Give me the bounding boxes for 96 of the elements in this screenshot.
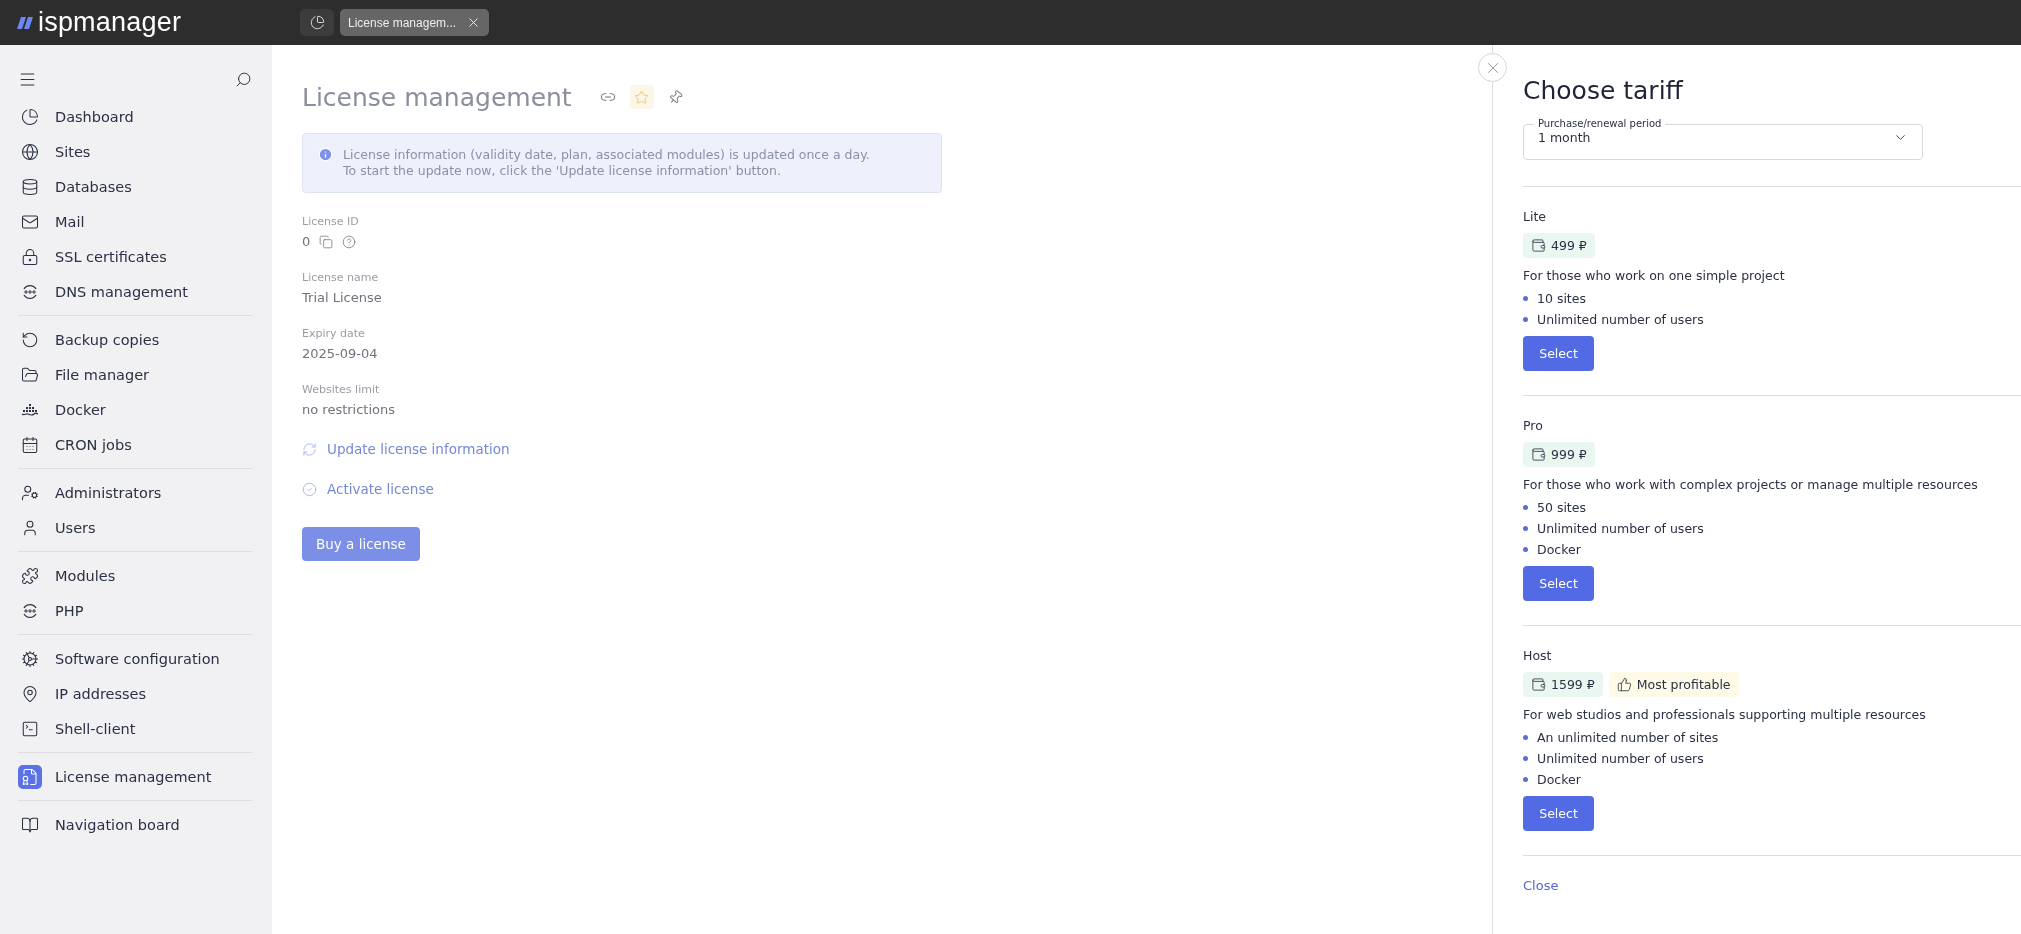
sidebar-item[interactable]: Administrators bbox=[18, 475, 252, 510]
license-document-icon bbox=[21, 767, 39, 786]
lock-icon bbox=[21, 247, 39, 266]
sidebar-item[interactable]: IP addresses bbox=[18, 676, 252, 711]
bullet-icon bbox=[1523, 756, 1528, 761]
info-text: License information (validity date, plan, associated modules) is updated once a day. To start the update now, click the 'Update license information' button. bbox=[343, 147, 870, 179]
plan-name: Host bbox=[1523, 648, 1553, 663]
gear-icon bbox=[21, 649, 39, 668]
admin-user-icon bbox=[21, 483, 39, 502]
pie-chart-icon bbox=[21, 107, 39, 126]
plan-feature: 10 sites bbox=[1537, 291, 1586, 306]
field-value: no restrictions bbox=[302, 402, 396, 417]
price-tag: 999 ₽ bbox=[1523, 442, 1595, 467]
select-button[interactable]: Select bbox=[1523, 796, 1594, 831]
sidebar-item[interactable]: Backup copies bbox=[18, 322, 252, 357]
field-label: Websites limit bbox=[302, 383, 381, 396]
sidebar-item[interactable]: CRON jobs bbox=[18, 427, 252, 462]
plan-description: For those who work with complex projects or manage multiple resources bbox=[1523, 477, 1979, 492]
sidebar-item[interactable]: Databases bbox=[18, 169, 252, 204]
logo-icon bbox=[17, 15, 35, 30]
price-tag: 499 ₽ bbox=[1523, 233, 1595, 258]
plan-feature: Docker bbox=[1537, 542, 1581, 557]
sidebar-item[interactable]: Dashboard bbox=[18, 99, 252, 134]
bullet-icon bbox=[1523, 296, 1528, 301]
puzzle-icon bbox=[21, 566, 39, 585]
thumbs-up-icon bbox=[1616, 677, 1632, 692]
plan-description: For those who work on one simple project bbox=[1523, 268, 1786, 283]
database-icon bbox=[21, 177, 39, 196]
recommendation-tag: Most profitable bbox=[1608, 672, 1739, 697]
plan-feature: Docker bbox=[1537, 772, 1581, 787]
sidebar-item[interactable]: File manager bbox=[18, 357, 252, 392]
wallet-icon bbox=[1531, 677, 1546, 692]
page-tab[interactable]: License managem... bbox=[340, 9, 490, 36]
close-panel-button[interactable] bbox=[1478, 53, 1507, 82]
bullet-icon bbox=[1523, 547, 1528, 552]
logo-text: ispmanager bbox=[38, 7, 182, 38]
close-link[interactable]: Close bbox=[1523, 878, 1559, 893]
wallet-icon bbox=[1531, 447, 1546, 462]
sidebar-item[interactable]: Users bbox=[18, 510, 252, 545]
search-icon[interactable] bbox=[235, 70, 252, 88]
plan-name: Pro bbox=[1523, 418, 1544, 433]
sidebar-item[interactable]: Mail bbox=[18, 204, 252, 239]
check-circle-icon bbox=[302, 481, 317, 497]
sidebar-item[interactable]: Shell-client bbox=[18, 711, 252, 746]
backup-icon bbox=[21, 330, 39, 349]
help-icon[interactable] bbox=[342, 234, 357, 249]
sidebar-item[interactable]: Navigation board bbox=[18, 807, 252, 842]
sidebar-item[interactable]: License management bbox=[18, 759, 252, 794]
sidebar-item[interactable]: PHP bbox=[18, 593, 252, 628]
calendar-icon bbox=[21, 435, 39, 454]
folder-icon bbox=[21, 365, 39, 384]
wallet-icon bbox=[1531, 238, 1546, 253]
select-button[interactable]: Select bbox=[1523, 566, 1594, 601]
page-title: License management bbox=[302, 82, 572, 112]
select-button[interactable]: Select bbox=[1523, 336, 1594, 371]
copy-icon[interactable] bbox=[319, 234, 334, 249]
map-pin-icon bbox=[21, 684, 39, 703]
info-icon bbox=[318, 147, 333, 162]
globe-icon bbox=[21, 142, 39, 161]
bullet-icon bbox=[1523, 526, 1528, 531]
sidebar-item[interactable]: SSL certificates bbox=[18, 239, 252, 274]
envelope-icon bbox=[21, 212, 39, 231]
sidebar-item[interactable]: Docker bbox=[18, 392, 252, 427]
bullet-icon bbox=[1523, 735, 1528, 740]
price-tag: 1599 ₽ bbox=[1523, 672, 1603, 697]
terminal-icon bbox=[21, 719, 39, 738]
field-label: Expiry date bbox=[302, 327, 366, 340]
field-label: License ID bbox=[302, 215, 360, 228]
php-icon bbox=[21, 601, 39, 620]
field-value: 2025-09-04 bbox=[302, 346, 378, 361]
plan-feature: 50 sites bbox=[1537, 500, 1586, 515]
bullet-icon bbox=[1523, 777, 1528, 782]
panel-title: Choose tariff bbox=[1523, 76, 1685, 107]
field-value: Trial License bbox=[302, 290, 382, 305]
plan-feature: Unlimited number of users bbox=[1537, 312, 1704, 327]
star-icon bbox=[634, 89, 650, 105]
field-label: License name bbox=[302, 271, 380, 284]
sidebar-item[interactable]: Software configuration bbox=[18, 641, 252, 676]
period-select[interactable]: Purchase/renewal period 1 month bbox=[1523, 118, 1923, 160]
plan-description: For web studios and professionals supporting multiple resources bbox=[1523, 707, 1927, 722]
sidebar-item[interactable]: DNS management bbox=[18, 274, 252, 309]
bullet-icon bbox=[1523, 505, 1528, 510]
field-value: 0 bbox=[302, 234, 311, 249]
book-icon bbox=[21, 815, 39, 834]
sidebar-item[interactable]: Modules bbox=[18, 558, 252, 593]
plan-feature: An unlimited number of sites bbox=[1537, 730, 1719, 745]
sidebar-item[interactable]: Sites bbox=[18, 134, 252, 169]
refresh-icon bbox=[302, 441, 317, 457]
pie-chart-icon bbox=[309, 15, 325, 30]
dashboard-tab[interactable] bbox=[300, 9, 334, 36]
bullet-icon bbox=[1523, 317, 1528, 322]
plan-feature: Unlimited number of users bbox=[1537, 751, 1704, 766]
dns-icon bbox=[21, 282, 39, 301]
plan-name: Lite bbox=[1523, 209, 1548, 224]
user-icon bbox=[21, 518, 39, 537]
plan-feature: Unlimited number of users bbox=[1537, 521, 1704, 536]
